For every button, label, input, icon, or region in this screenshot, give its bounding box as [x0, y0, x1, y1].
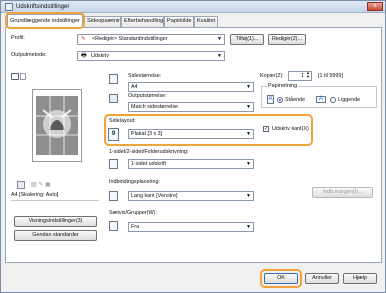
output-method-label: Outputmetode:	[11, 52, 47, 58]
binding-value: Lang kant [Venstre]	[131, 193, 178, 199]
pencil-icon: ✎	[81, 36, 86, 42]
poster-layout-icon: 9	[108, 128, 119, 141]
chevron-down-icon: ▼	[217, 36, 222, 42]
duplex-icon	[109, 159, 118, 169]
portrait-icon: A	[267, 95, 274, 104]
landscape-radio[interactable]	[330, 97, 336, 103]
printer-app-icon	[5, 3, 13, 11]
restore-defaults-button[interactable]: Gendan standarder	[14, 230, 97, 241]
help-button[interactable]: Hjælp	[343, 273, 377, 284]
output-size-value: Match sidestørrelse	[131, 104, 179, 110]
chevron-down-icon: ▼	[246, 193, 251, 199]
landscape-label: Liggende	[338, 97, 361, 103]
page-preview	[32, 89, 82, 162]
ok-button[interactable]: OK	[264, 273, 298, 284]
binding-icon	[109, 191, 118, 201]
preview-page-icon[interactable]	[20, 73, 26, 80]
collate-label: Sætvis/Grupper(W):	[109, 210, 157, 216]
duplex-select[interactable]: 1-sidet udskrift ▼	[128, 159, 254, 169]
portrait-label: Stående	[285, 97, 306, 103]
print-border-label: Udskriv kant(X)	[272, 126, 309, 132]
chevron-down-icon: ▼	[246, 131, 251, 137]
binding-select[interactable]: Lang kant [Venstre] ▼	[128, 191, 254, 201]
spinner-arrows-icon[interactable]: ▲ ▼	[306, 72, 310, 79]
chevron-down-icon: ▼	[246, 84, 251, 90]
copies-spinner[interactable]: 1 ▲ ▼	[288, 71, 312, 81]
copies-label: Kopier(2):	[260, 73, 284, 79]
tab-finishing[interactable]: Efterbehandling	[121, 16, 164, 27]
divider	[11, 200, 99, 201]
print-settings-dialog: Udskriftsindstillinger x Grundlæggende i…	[0, 0, 386, 293]
page-layout-label: Sidelayout:	[109, 118, 136, 124]
output-size-icon	[109, 94, 118, 103]
preview-status: A4 [Skalering: Auto]	[11, 192, 59, 198]
chevron-down-icon: ▼	[246, 161, 251, 167]
printer-preview-icon	[17, 181, 25, 189]
printer-icon: 🖶	[81, 53, 87, 59]
edit-profile-button[interactable]: Redigér(2)...	[268, 34, 306, 45]
chevron-down-icon: ▼	[217, 53, 222, 59]
tab-page-setup[interactable]: Sideopsætning	[83, 16, 121, 27]
output-method-select[interactable]: 🖶 Udskriv ▼	[77, 51, 225, 61]
binding-label: Indbindingsplacering:	[109, 179, 160, 185]
tab-quality[interactable]: Kvalitet	[194, 16, 218, 27]
collate-value: Fra	[131, 224, 140, 230]
profile-value: <Redigér> Standardindstillinger	[92, 36, 168, 42]
print-border-checkbox[interactable]: ✓	[263, 126, 269, 132]
preview-tool-icons: ▤ ✎ ▣	[31, 182, 51, 188]
close-window-button[interactable]: x	[367, 2, 383, 11]
binding-margin-button[interactable]: Indb.margen(I)...	[312, 187, 373, 198]
poster-preview-graphic	[36, 96, 78, 155]
chevron-down-icon: ▼	[246, 104, 251, 110]
copies-range: [1 til 9999]	[318, 73, 343, 79]
page-size-label: Sidestørrelse:	[128, 73, 162, 79]
preview-mode-icon[interactable]	[11, 73, 19, 80]
collate-select[interactable]: Fra ▼	[128, 222, 254, 232]
orientation-label: Papirretning	[267, 83, 299, 89]
output-size-select[interactable]: Match sidestørrelse ▼	[128, 102, 254, 112]
page-size-select[interactable]: A4 ▼	[128, 82, 254, 92]
output-method-value: Udskriv	[91, 53, 109, 59]
duplex-value: 1-sidet udskrift	[131, 161, 167, 167]
page-size-icon	[109, 74, 118, 84]
landscape-icon: A	[316, 96, 326, 103]
output-size-label: Outputstørrelse:	[128, 93, 167, 99]
chevron-down-icon: ▼	[246, 224, 251, 230]
add-profile-button[interactable]: Tilføj(1)...	[230, 34, 264, 45]
page-layout-value: Plakat [3 x 3]	[131, 131, 163, 137]
page-size-value: A4	[131, 84, 138, 90]
duplex-label: 1-sidet/2-sidet/Folderudskrivning:	[109, 149, 189, 155]
profile-select[interactable]: ✎ <Redigér> Standardindstillinger ▼	[77, 34, 225, 45]
page-layout-select[interactable]: Plakat [3 x 3] ▼	[128, 129, 254, 139]
copies-value: 1	[301, 73, 304, 79]
cancel-button[interactable]: Annuller	[305, 273, 339, 284]
title-bar[interactable]: Udskriftsindstillinger x	[1, 1, 385, 13]
portrait-radio[interactable]	[277, 97, 283, 103]
tab-paper-source[interactable]: Papirkilde	[164, 16, 194, 27]
view-settings-button[interactable]: Visningsindstillinger(3)	[14, 216, 97, 227]
window-title: Udskriftsindstillinger	[16, 4, 70, 10]
tab-basic-settings[interactable]: Grundlæggende indstillinger	[7, 14, 83, 28]
profile-label: Profil:	[11, 35, 25, 41]
collate-icon	[109, 221, 118, 231]
